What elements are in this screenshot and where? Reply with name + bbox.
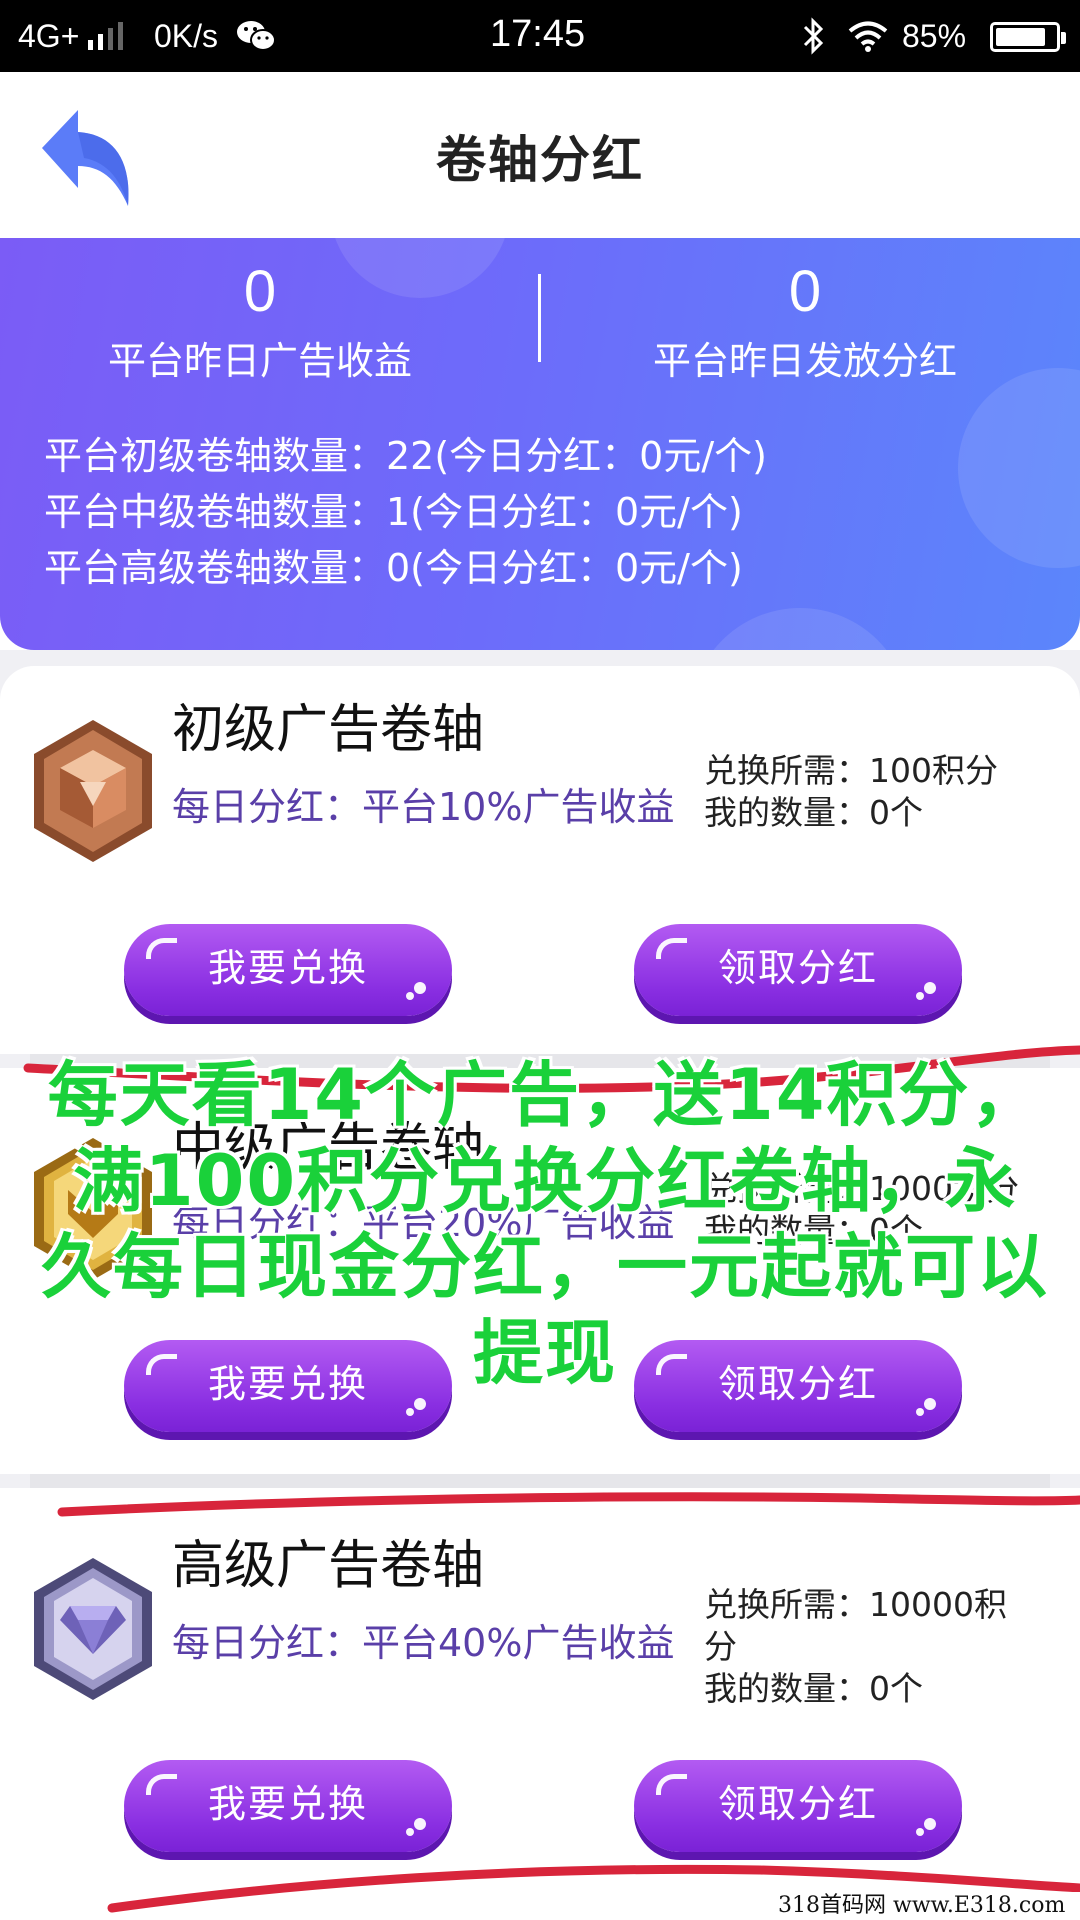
card-owned: 我的数量：0个 bbox=[704, 1669, 923, 1708]
promo-overlay-text: 每天看14个广告，送14积分，满100积分兑换分红卷轴，永久每日现金分红，一元起… bbox=[41, 1054, 1049, 1394]
network-type: 4G+ bbox=[18, 18, 80, 54]
bluetooth-icon bbox=[803, 17, 824, 55]
card-daily-bonus: 每日分红：平台40%广告收益 bbox=[172, 1621, 675, 1665]
bronze-badge-icon bbox=[34, 720, 152, 862]
scroll-card-advanced: 高级广告卷轴 每日分红：平台40%广告收益 兑换所需：10000积分 我的数量：… bbox=[0, 1488, 1080, 1920]
yesterday-ad-income-value: 0 bbox=[243, 259, 277, 324]
header: 卷轴分红 bbox=[0, 72, 1080, 238]
wifi-icon bbox=[848, 21, 888, 52]
card-cost: 兑换所需：10000积分 bbox=[704, 1585, 1007, 1666]
exchange-button[interactable]: 我要兑换 bbox=[124, 924, 452, 1016]
clock: 17:45 bbox=[490, 13, 586, 55]
wechat-icon bbox=[237, 21, 276, 51]
tier-count-mid: 平台中级卷轴数量：1(今日分红：0元/个) bbox=[44, 490, 743, 534]
watermark: 318首码网 www.E318.com bbox=[770, 1892, 1080, 1920]
claim-dividend-button[interactable]: 领取分红 bbox=[634, 924, 962, 1016]
banner-decor-bubble bbox=[690, 608, 910, 650]
claim-dividend-button[interactable]: 领取分红 bbox=[634, 1760, 962, 1852]
page-title: 卷轴分红 bbox=[436, 131, 644, 189]
card-cost: 兑换所需：100积分 bbox=[704, 751, 998, 790]
signal-icon bbox=[88, 22, 123, 50]
network-speed: 0K/s bbox=[154, 18, 219, 54]
card-daily-bonus: 每日分红：平台10%广告收益 bbox=[172, 785, 675, 829]
card-owned: 我的数量：0个 bbox=[704, 793, 923, 832]
exchange-button[interactable]: 我要兑换 bbox=[124, 1760, 452, 1852]
stat-divider bbox=[538, 274, 541, 362]
battery-icon bbox=[990, 22, 1066, 52]
battery-fill bbox=[996, 28, 1045, 46]
yesterday-dividend-value: 0 bbox=[788, 259, 822, 324]
yesterday-dividend: 0 平台昨日发放分红 bbox=[545, 252, 1065, 388]
battery-percent: 85% bbox=[902, 18, 967, 54]
yesterday-ad-income-label: 平台昨日广告收益 bbox=[107, 339, 412, 383]
platform-stats-banner: 0 平台昨日广告收益 0 平台昨日发放分红 平台初级卷轴数量：22(今日分红：0… bbox=[0, 238, 1080, 650]
card-divider bbox=[30, 1474, 1050, 1488]
scroll-card-basic: 初级广告卷轴 每日分红：平台10%广告收益 兑换所需：100积分 我的数量：0个… bbox=[0, 666, 1080, 1054]
tier-count-advanced: 平台高级卷轴数量：0(今日分红：0元/个) bbox=[44, 546, 743, 590]
status-bar: 4G+ 0K/s 17:45 85% bbox=[0, 0, 1080, 72]
tier-count-basic: 平台初级卷轴数量：22(今日分红：0元/个) bbox=[44, 434, 767, 478]
diamond-badge-icon bbox=[34, 1558, 152, 1700]
banner-decor-bubble bbox=[958, 368, 1080, 568]
card-title: 高级广告卷轴 bbox=[172, 1536, 485, 1596]
card-title: 初级广告卷轴 bbox=[172, 700, 485, 760]
yesterday-dividend-label: 平台昨日发放分红 bbox=[652, 339, 957, 383]
yesterday-ad-income: 0 平台昨日广告收益 bbox=[0, 252, 520, 388]
